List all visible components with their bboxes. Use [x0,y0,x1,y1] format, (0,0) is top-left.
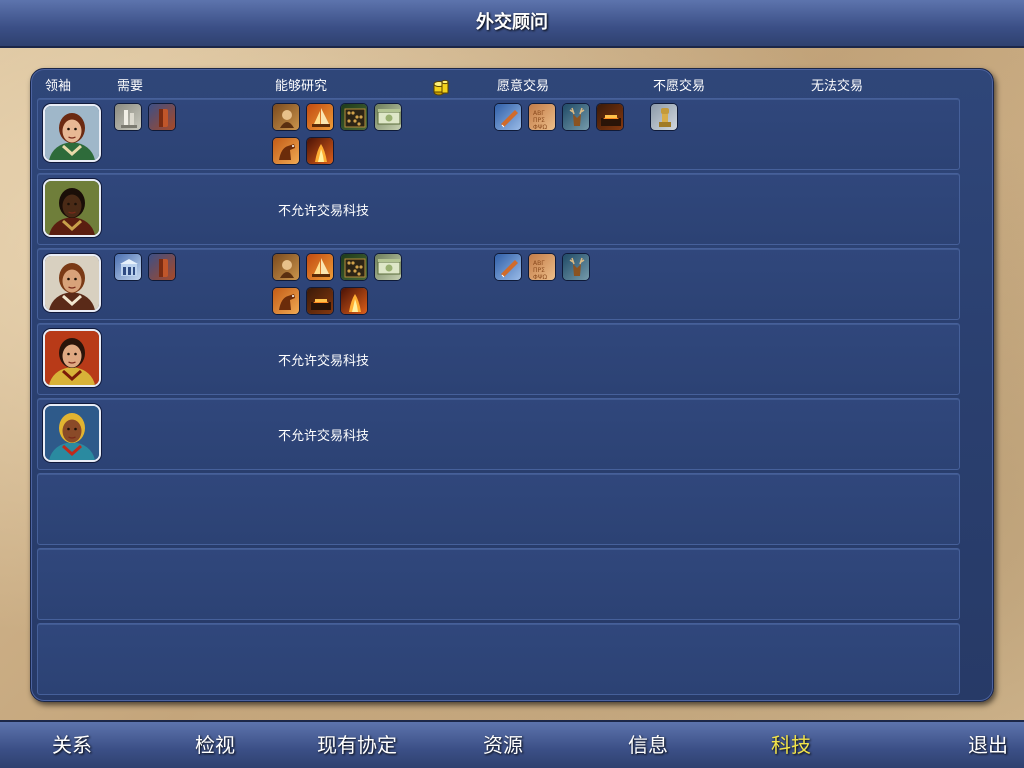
nav-exit[interactable]: 退出 [968,729,1008,758]
leader-portrait-woman-green[interactable] [43,104,101,162]
iron-working-tech-icon[interactable] [340,287,368,315]
window-title: 外交顾问 [476,12,548,33]
leader-row [37,548,960,620]
fishing-tech-icon[interactable] [494,103,522,131]
writing-tech-icon[interactable]: ΑΒΓ ΠΡΣ ΦΨΩ [528,103,556,131]
mathematics-tech-icon[interactable] [340,253,368,281]
no-tech-trade-message: 不允许交易科技 [278,354,370,369]
leader-portrait-african-king[interactable] [43,179,101,237]
mysticism-tech-icon[interactable] [272,103,300,131]
leader-row: 不允许交易科技 [37,398,960,470]
metal-casting-tech-icon[interactable] [596,103,624,131]
column-header-willing-trade: 愿意交易 [497,79,550,94]
leader-portrait-woman-red[interactable] [43,329,101,387]
column-header-leader: 领袖 [45,79,72,94]
iron-working-tech-icon[interactable] [306,137,334,165]
svg-text:ΠΡΣ: ΠΡΣ [533,267,545,274]
masonry-tech-icon[interactable] [114,253,142,281]
no-tech-trade-message: 不允许交易科技 [278,204,370,219]
leader-row: ΑΒΓ ΠΡΣ ΦΨΩ [37,98,960,170]
nav-technology[interactable]: 科技 [771,729,811,758]
hunting-tech-icon[interactable] [562,253,590,281]
mysticism-tech-icon[interactable] [272,253,300,281]
bronze-working-tech-icon[interactable] [148,253,176,281]
nav-current-agreements[interactable]: 现有协定 [317,729,397,758]
leader-row: ΑΒΓ ΠΡΣ ΦΨΩ [37,248,960,320]
leader-row [37,623,960,695]
nav-relations[interactable]: 关系 [52,729,92,758]
writing-tech-icon[interactable]: ΑΒΓ ΠΡΣ ΦΨΩ [528,253,556,281]
bronze-working-tech-icon[interactable] [148,103,176,131]
svg-text:ΑΒΓ: ΑΒΓ [533,260,545,267]
bottom-nav-bar: 关系 检视 现有协定 资源 信息 科技 退出 [0,720,1024,768]
svg-text:ΦΨΩ: ΦΨΩ [533,124,547,131]
nav-inspect[interactable]: 检视 [195,729,235,758]
fishing-tech-icon[interactable] [494,253,522,281]
nav-resources[interactable]: 资源 [483,729,523,758]
svg-text:ΑΒΓ: ΑΒΓ [533,110,545,117]
no-tech-trade-message: 不允许交易科技 [278,429,370,444]
leader-portrait-bearded-man[interactable] [43,254,101,312]
gold-coins-icon [432,79,450,97]
monument-tech-icon[interactable] [114,103,142,131]
horseback-tech-icon[interactable] [272,287,300,315]
column-header-cannot-trade: 无法交易 [811,79,864,94]
column-header-unwilling-trade: 不愿交易 [653,79,706,94]
mathematics-tech-icon[interactable] [340,103,368,131]
hunting-tech-icon[interactable] [562,103,590,131]
nav-info[interactable]: 信息 [628,729,668,758]
leader-row [37,473,960,545]
horseback-tech-icon[interactable] [272,137,300,165]
title-bar: 外交顾问 [0,0,1024,48]
philosophy-tech-icon[interactable] [650,103,678,131]
leader-row: 不允许交易科技 [37,173,960,245]
svg-text:ΠΡΣ: ΠΡΣ [533,117,545,124]
leader-portrait-aztec-chief[interactable] [43,404,101,462]
metal-casting-tech-icon[interactable] [306,287,334,315]
sailing-tech-icon[interactable] [306,103,334,131]
sailing-tech-icon[interactable] [306,253,334,281]
currency-tech-icon[interactable] [374,103,402,131]
tech-trade-panel: 领袖 需要 能够研究 愿意交易 不愿交易 无法交易 ΑΒΓ ΠΡΣ ΦΨΩ 不允许交易… [30,68,994,702]
svg-text:ΦΨΩ: ΦΨΩ [533,274,547,281]
leader-row: 不允许交易科技 [37,323,960,395]
column-header-needs: 需要 [117,79,144,94]
column-header-can-research: 能够研究 [275,79,328,94]
currency-tech-icon[interactable] [374,253,402,281]
